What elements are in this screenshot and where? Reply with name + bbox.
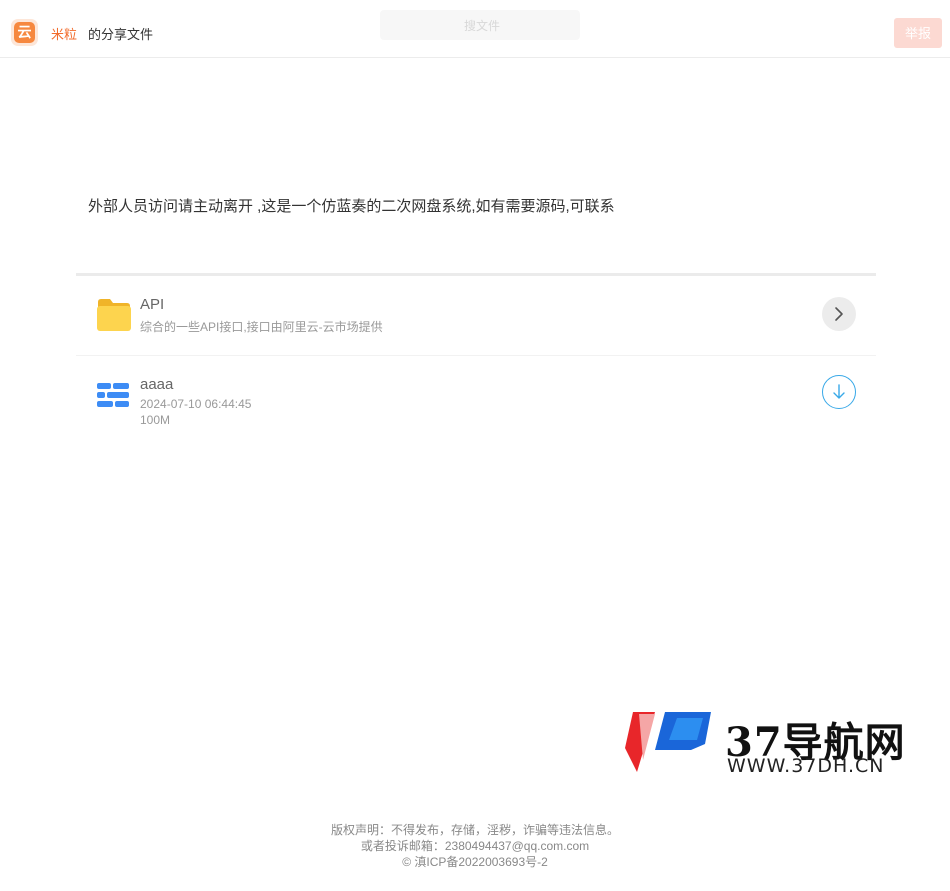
folder-icon <box>97 299 131 331</box>
file-date: 2024-07-10 06:44:45 <box>140 397 252 411</box>
file-row-api[interactable]: API 综合的一些API接口,接口由阿里云-云市场提供 <box>76 276 876 356</box>
cloud-logo-icon: 云 <box>11 19 38 46</box>
report-button[interactable]: 举报 <box>894 18 942 48</box>
footer-complaint-email: 或者投诉邮箱：2380494437@qq.com.com <box>360 839 590 853</box>
notice-text: 外部人员访问请主动离开 ,这是一个仿蓝奏的二次网盘系统,如有需要源码,可联系 <box>88 198 615 215</box>
database-icon <box>97 383 129 407</box>
header: 云 米粒 的分享文件 举报 <box>0 0 950 58</box>
download-icon <box>833 384 845 399</box>
footer-icp-link[interactable]: © 滇ICP备2022003693号-2 <box>0 854 950 870</box>
search-box[interactable] <box>380 10 584 42</box>
file-row-aaaa[interactable]: aaaa 2024-07-10 06:44:45 100M <box>76 356 876 436</box>
chevron-right-icon <box>835 307 843 321</box>
open-folder-button[interactable] <box>822 297 856 331</box>
file-name[interactable]: aaaa <box>140 376 173 393</box>
share-title-suffix: 的分享文件 <box>88 27 154 42</box>
download-button[interactable] <box>822 375 856 409</box>
watermark-logo-icon <box>625 712 711 772</box>
file-name[interactable]: API <box>140 296 164 313</box>
watermark-url: WWW.37DH.CN <box>727 755 885 777</box>
file-description: 综合的一些API接口,接口由阿里云-云市场提供 <box>140 320 383 334</box>
watermark: 37导航网 WWW.37DH.CN <box>625 710 950 780</box>
file-size: 100M <box>140 413 171 427</box>
footer: 版权声明：不得发布，存储，淫秽，诈骗等违法信息。 或者投诉邮箱：23804944… <box>0 822 950 870</box>
page: 云 米粒 的分享文件 举报 外部人员访问请主动离开 ,这是一个仿蓝奏的二次网盘系… <box>0 0 950 891</box>
footer-copyright-notice: 版权声明：不得发布，存储，淫秽，诈骗等违法信息。 <box>330 823 619 837</box>
logo-glyph: 云 <box>14 22 35 43</box>
owner-name-link[interactable]: 米粒 <box>51 24 77 43</box>
search-input[interactable] <box>380 10 584 42</box>
